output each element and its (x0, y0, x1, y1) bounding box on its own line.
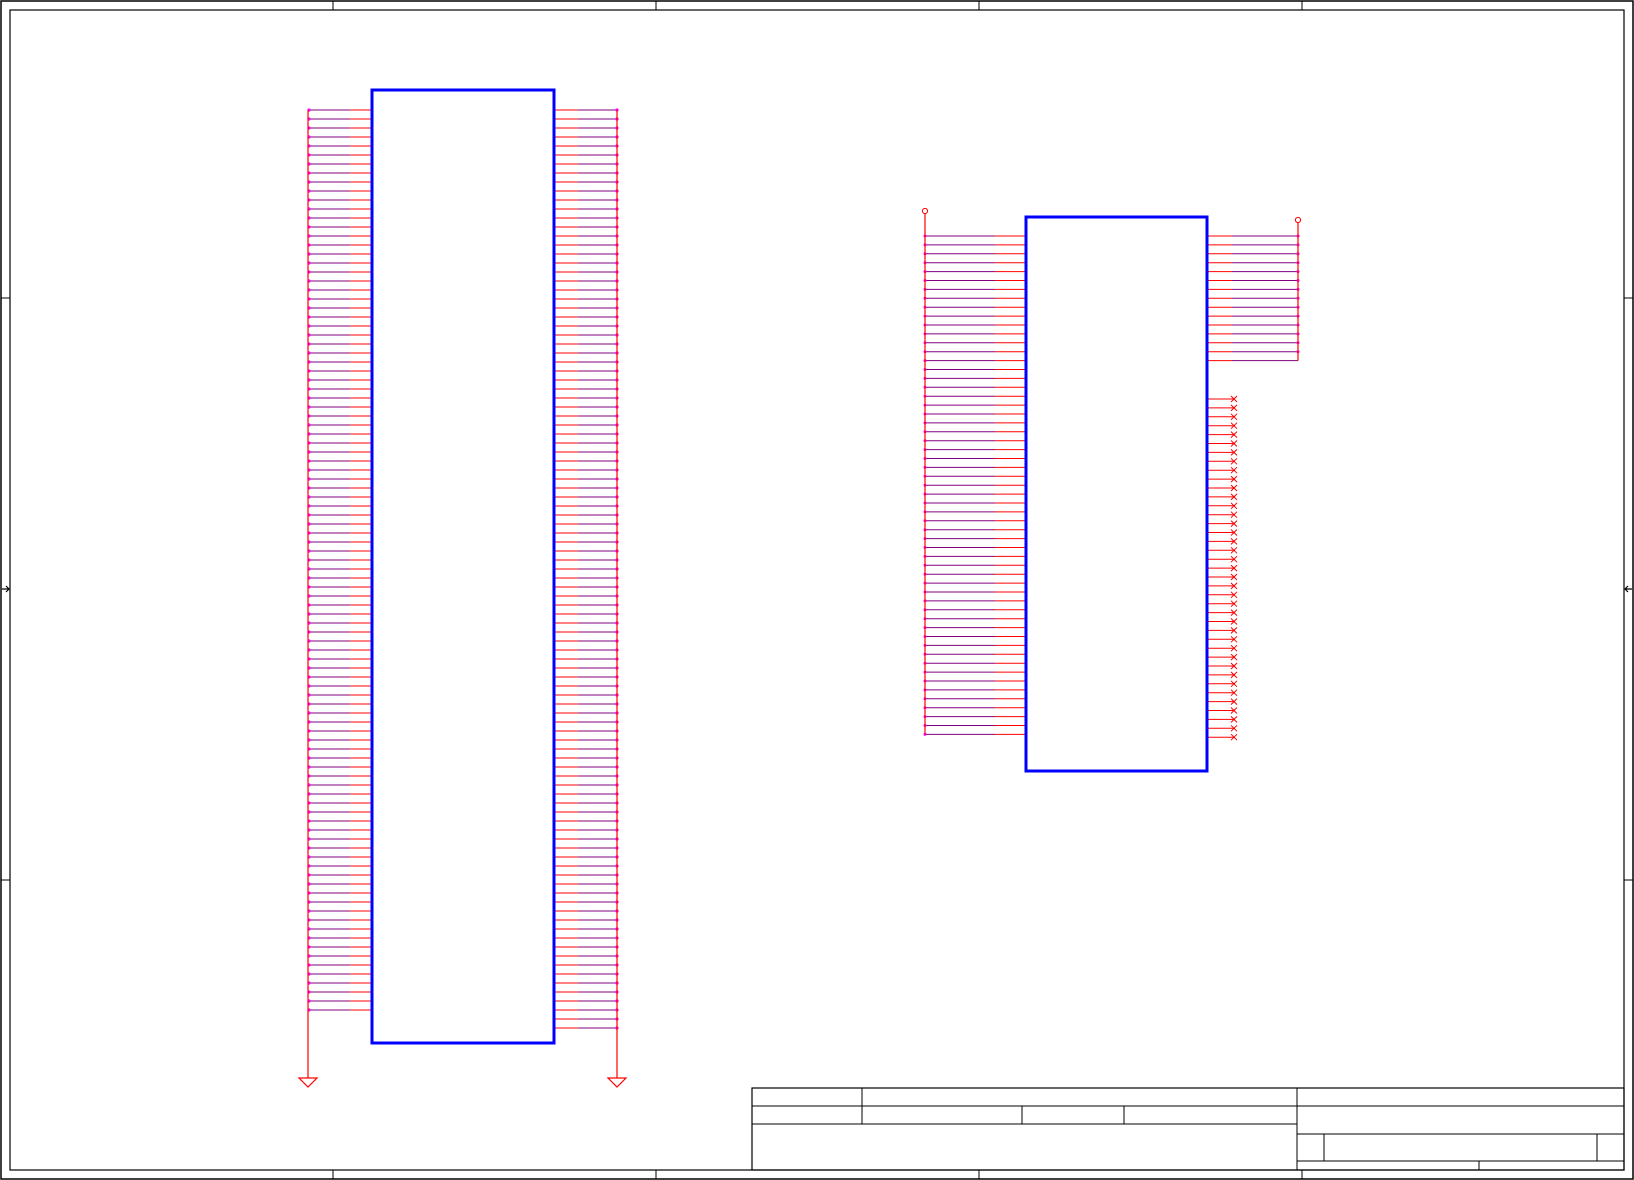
component-body-left (370, 88, 556, 1045)
component-body-right (1024, 215, 1209, 773)
sheet-frame (0, 0, 1634, 1180)
schematic-drawing (0, 0, 1634, 1180)
title-block (751, 1087, 1625, 1171)
schematic-sheet (0, 0, 1634, 1180)
left-connector-wiring (297, 108, 628, 1088)
power-port-symbol (1294, 216, 1302, 224)
ground-symbol (297, 1077, 319, 1088)
frame-center-marker (2, 585, 10, 593)
right-connector-wiring (921, 207, 1302, 741)
frame-center-marker (1624, 585, 1632, 593)
frame-outer-border (0, 0, 1634, 1180)
title-block-border (751, 1087, 1625, 1171)
component-bodies (370, 88, 1209, 1045)
frame-inner-border (9, 9, 1625, 1171)
power-port-symbol (921, 207, 929, 215)
ground-symbol (606, 1077, 628, 1088)
